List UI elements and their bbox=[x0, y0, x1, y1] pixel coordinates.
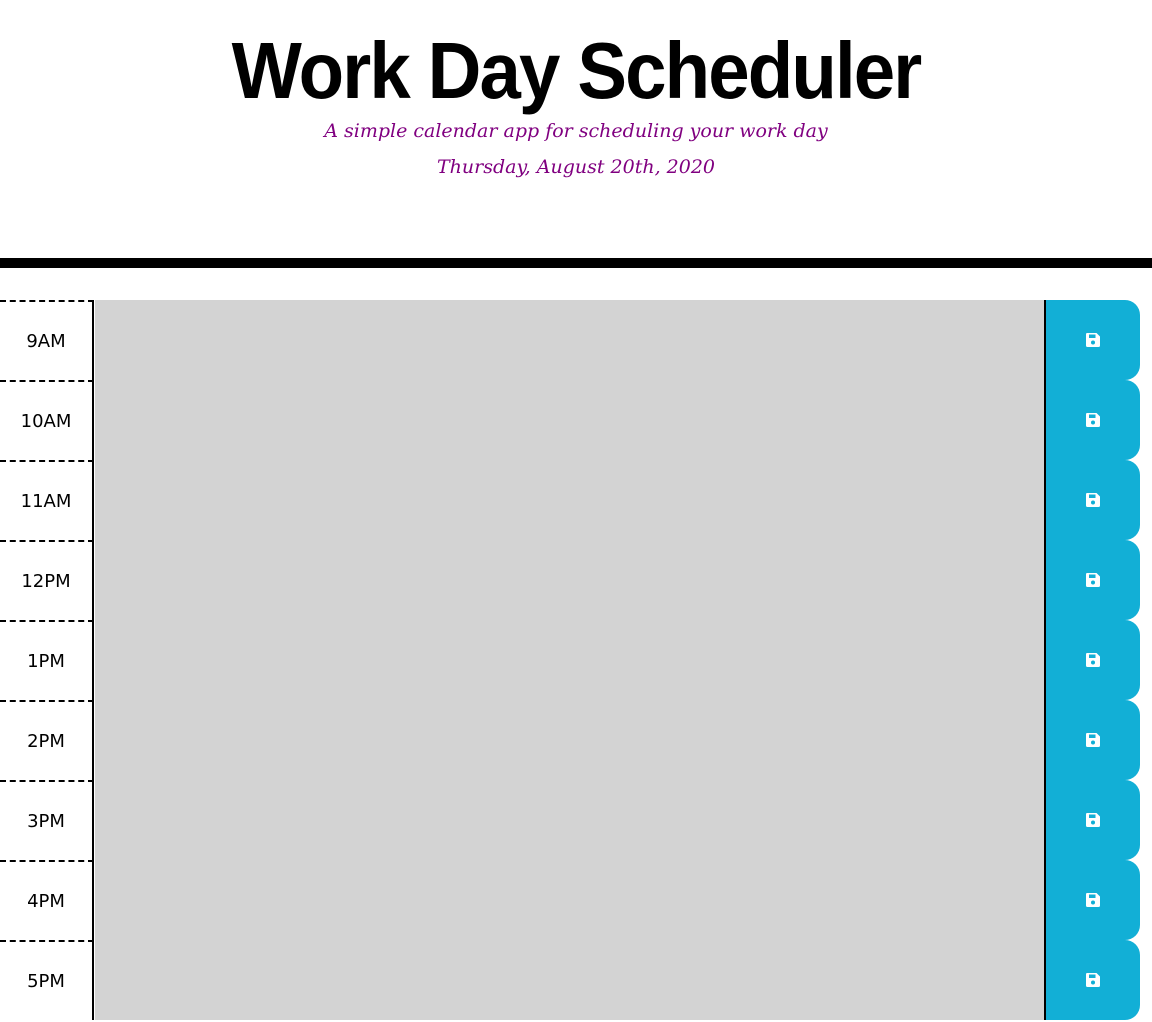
event-textarea[interactable] bbox=[95, 940, 1044, 1020]
event-textarea[interactable] bbox=[95, 700, 1044, 780]
hour-label: 4PM bbox=[0, 860, 94, 940]
current-day: Thursday, August 20th, 2020 bbox=[436, 156, 716, 178]
time-block: 1PM bbox=[0, 620, 1152, 700]
time-block: 2PM bbox=[0, 700, 1152, 780]
time-block: 5PM bbox=[0, 940, 1152, 1020]
floppy-disk-icon bbox=[1086, 653, 1100, 667]
hour-label: 1PM bbox=[0, 620, 94, 700]
hour-label: 9AM bbox=[0, 300, 94, 380]
save-button[interactable] bbox=[1044, 780, 1140, 860]
event-textarea[interactable] bbox=[95, 620, 1044, 700]
floppy-disk-icon bbox=[1086, 333, 1100, 347]
event-textarea[interactable] bbox=[95, 300, 1044, 380]
save-button[interactable] bbox=[1044, 380, 1140, 460]
time-block: 12PM bbox=[0, 540, 1152, 620]
save-button[interactable] bbox=[1044, 860, 1140, 940]
header-divider bbox=[0, 258, 1152, 268]
event-textarea[interactable] bbox=[95, 780, 1044, 860]
save-button[interactable] bbox=[1044, 300, 1140, 380]
time-block: 11AM bbox=[0, 460, 1152, 540]
floppy-disk-icon bbox=[1086, 973, 1100, 987]
save-button[interactable] bbox=[1044, 700, 1140, 780]
floppy-disk-icon bbox=[1086, 813, 1100, 827]
floppy-disk-icon bbox=[1086, 573, 1100, 587]
floppy-disk-icon bbox=[1086, 493, 1100, 507]
save-button[interactable] bbox=[1044, 620, 1140, 700]
hour-label: 3PM bbox=[0, 780, 94, 860]
hour-label: 12PM bbox=[0, 540, 94, 620]
save-button[interactable] bbox=[1044, 940, 1140, 1020]
schedule: 9AM 10AM 11AM 12PM 1PM 2PM 3PM 4PM 5PM bbox=[0, 300, 1152, 1020]
event-textarea[interactable] bbox=[95, 460, 1044, 540]
page-subtitle: A simple calendar app for scheduling you… bbox=[324, 120, 828, 142]
floppy-disk-icon bbox=[1086, 893, 1100, 907]
event-textarea[interactable] bbox=[95, 540, 1044, 620]
floppy-disk-icon bbox=[1086, 413, 1100, 427]
time-block: 10AM bbox=[0, 380, 1152, 460]
hour-label: 2PM bbox=[0, 700, 94, 780]
event-textarea[interactable] bbox=[95, 860, 1044, 940]
hour-label: 5PM bbox=[0, 940, 94, 1020]
save-button[interactable] bbox=[1044, 540, 1140, 620]
page-title: Work Day Scheduler bbox=[231, 26, 923, 115]
time-block: 4PM bbox=[0, 860, 1152, 940]
floppy-disk-icon bbox=[1086, 733, 1100, 747]
hour-label: 10AM bbox=[0, 380, 94, 460]
time-block: 9AM bbox=[0, 300, 1152, 380]
time-block: 3PM bbox=[0, 780, 1152, 860]
save-button[interactable] bbox=[1044, 460, 1140, 540]
event-textarea[interactable] bbox=[95, 380, 1044, 460]
hour-label: 11AM bbox=[0, 460, 94, 540]
header: Work Day Scheduler A simple calendar app… bbox=[0, 0, 1152, 258]
